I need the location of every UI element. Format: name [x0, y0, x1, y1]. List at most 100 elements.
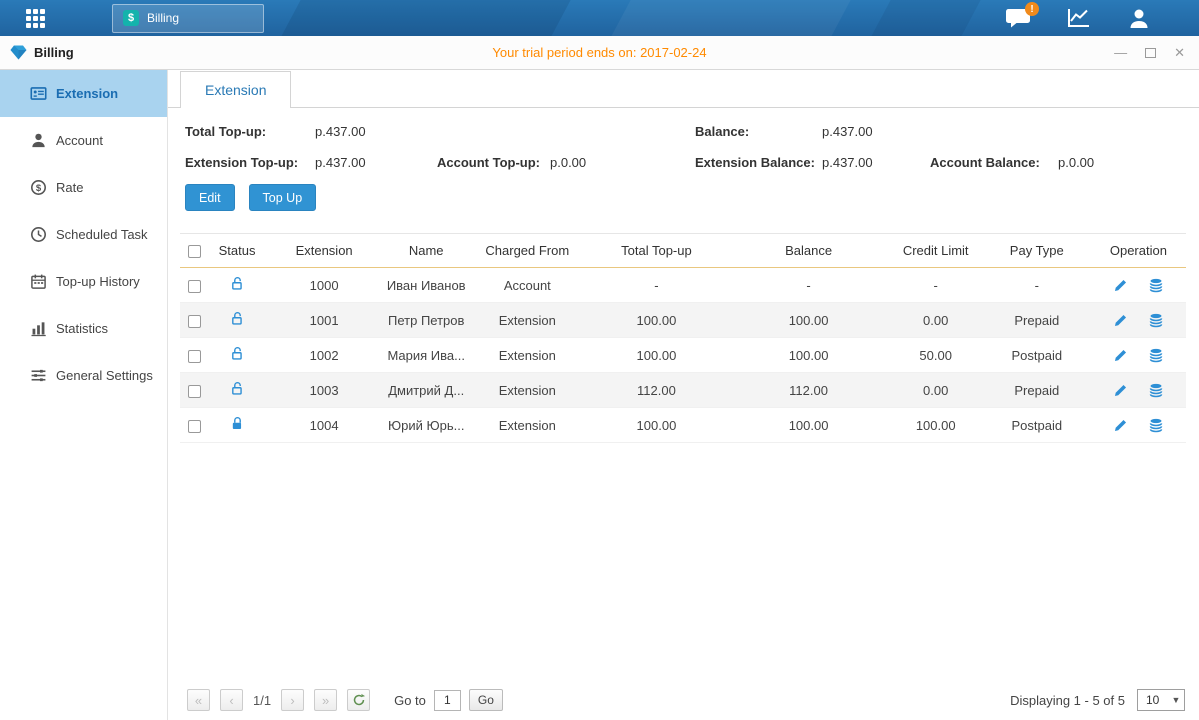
extensions-table: Status Extension Name Charged From Total… [180, 233, 1186, 443]
balance-value: p.437.00 [822, 124, 930, 139]
charged-from-cell: Extension [470, 338, 584, 373]
clock-icon [30, 226, 47, 243]
maximize-icon[interactable] [1145, 48, 1156, 58]
sidebar-item-extension[interactable]: Extension [0, 70, 167, 117]
lock-status-icon[interactable] [230, 416, 245, 431]
balance-cell: 112.00 [729, 373, 889, 408]
edit-icon[interactable] [1113, 313, 1128, 328]
row-checkbox[interactable] [188, 315, 201, 328]
lock-status-icon[interactable] [230, 276, 245, 291]
charged-from-cell: Extension [470, 303, 584, 338]
edit-icon[interactable] [1113, 383, 1128, 398]
col-header-extension: Extension [266, 234, 382, 268]
account-icon [30, 132, 47, 149]
notification-badge: ! [1025, 2, 1039, 16]
balance-cell: 100.00 [729, 303, 889, 338]
pay-type-cell: - [983, 268, 1091, 303]
total-topup-cell: 112.00 [584, 373, 728, 408]
page-indicator: 1/1 [253, 693, 271, 708]
col-header-balance: Balance [729, 234, 889, 268]
go-button[interactable]: Go [469, 689, 503, 711]
lock-status-icon[interactable] [230, 311, 245, 326]
sidebar: Extension Account $ Rate [0, 70, 168, 720]
select-all-checkbox[interactable] [188, 245, 201, 258]
name-cell: Мария Ива... [382, 338, 470, 373]
table-row: 1001 Петр Петров Extension 100.00 100.00… [180, 303, 1186, 338]
sidebar-item-account[interactable]: Account [0, 117, 167, 164]
app-launcher-icon[interactable] [26, 9, 45, 28]
account-topup-label: Account Top-up: [437, 155, 550, 170]
top-up-coins-icon[interactable] [1148, 312, 1164, 328]
prev-page-button[interactable]: ‹ [220, 689, 243, 711]
refresh-button[interactable] [347, 689, 370, 711]
topbar-tab-label: Billing [147, 11, 179, 25]
top-up-coins-icon[interactable] [1148, 277, 1164, 293]
tab-extension[interactable]: Extension [180, 71, 291, 108]
pagination-bar: « ‹ 1/1 › » Go to Go Displaying 1 - 5 of… [187, 689, 1185, 711]
sidebar-item-topup-history[interactable]: Top-up History [0, 258, 167, 305]
next-page-button[interactable]: › [281, 689, 304, 711]
edit-icon[interactable] [1113, 278, 1128, 293]
goto-label: Go to [394, 693, 426, 708]
col-header-operation: Operation [1091, 234, 1186, 268]
top-up-coins-icon[interactable] [1148, 347, 1164, 363]
window-title-bar: Billing Your trial period ends on: 2017-… [0, 36, 1199, 70]
row-checkbox[interactable] [188, 385, 201, 398]
top-up-button[interactable]: Top Up [249, 184, 317, 211]
top-up-coins-icon[interactable] [1148, 382, 1164, 398]
name-cell: Дмитрий Д... [382, 373, 470, 408]
total-topup-cell: - [584, 268, 728, 303]
col-header-status: Status [208, 234, 266, 268]
top-up-coins-icon[interactable] [1148, 417, 1164, 433]
edit-icon[interactable] [1113, 418, 1128, 433]
col-header-total-topup: Total Top-up [584, 234, 728, 268]
row-checkbox[interactable] [188, 350, 201, 363]
first-page-button[interactable]: « [187, 689, 210, 711]
account-topup-value: p.0.00 [550, 155, 695, 170]
extension-topup-value: p.437.00 [315, 155, 437, 170]
minimize-icon[interactable]: — [1114, 46, 1127, 59]
user-account-icon[interactable] [1127, 7, 1151, 29]
row-checkbox[interactable] [188, 280, 201, 293]
statistics-chart-icon[interactable] [1067, 7, 1091, 29]
notifications-chat-icon[interactable]: ! [1005, 8, 1031, 28]
bar-chart-icon [30, 320, 47, 337]
main-content: Extension Total Top-up: p.437.00 Balance… [168, 70, 1199, 720]
calendar-icon [30, 273, 47, 290]
table-row: 1004 Юрий Юрь... Extension 100.00 100.00… [180, 408, 1186, 443]
total-topup-value: p.437.00 [315, 124, 437, 139]
sidebar-item-statistics[interactable]: Statistics [0, 305, 167, 352]
top-bar: $ Billing ! [0, 0, 1199, 36]
credit-limit-cell: - [889, 268, 983, 303]
balance-cell: 100.00 [729, 338, 889, 373]
last-page-button[interactable]: » [314, 689, 337, 711]
billing-dollar-icon: $ [123, 10, 139, 26]
charged-from-cell: Extension [470, 408, 584, 443]
edit-icon[interactable] [1113, 348, 1128, 363]
credit-limit-cell: 0.00 [889, 373, 983, 408]
table-row: 1003 Дмитрий Д... Extension 112.00 112.0… [180, 373, 1186, 408]
sidebar-item-rate[interactable]: $ Rate [0, 164, 167, 211]
lock-status-icon[interactable] [230, 346, 245, 361]
extension-balance-label: Extension Balance: [695, 155, 822, 170]
close-icon[interactable]: ✕ [1174, 46, 1185, 59]
lock-status-icon[interactable] [230, 381, 245, 396]
sidebar-item-general-settings[interactable]: General Settings [0, 352, 167, 399]
balance-cell: 100.00 [729, 408, 889, 443]
sidebar-item-label: Rate [56, 180, 83, 195]
edit-button[interactable]: Edit [185, 184, 235, 211]
page-size-select[interactable]: 10 ▼ [1137, 689, 1185, 711]
sidebar-item-label: Extension [56, 86, 118, 101]
credit-limit-cell: 100.00 [889, 408, 983, 443]
goto-page-input[interactable] [434, 690, 461, 711]
extension-cell: 1001 [266, 303, 382, 338]
tab-strip: Extension [168, 70, 1199, 108]
row-checkbox[interactable] [188, 420, 201, 433]
sidebar-item-scheduled-task[interactable]: Scheduled Task [0, 211, 167, 258]
account-balance-value: p.0.00 [1058, 155, 1094, 170]
table-row: 1002 Мария Ива... Extension 100.00 100.0… [180, 338, 1186, 373]
total-topup-label: Total Top-up: [185, 124, 315, 139]
extension-balance-value: p.437.00 [822, 155, 930, 170]
topbar-tab-billing[interactable]: $ Billing [112, 4, 264, 33]
col-header-credit-limit: Credit Limit [889, 234, 983, 268]
